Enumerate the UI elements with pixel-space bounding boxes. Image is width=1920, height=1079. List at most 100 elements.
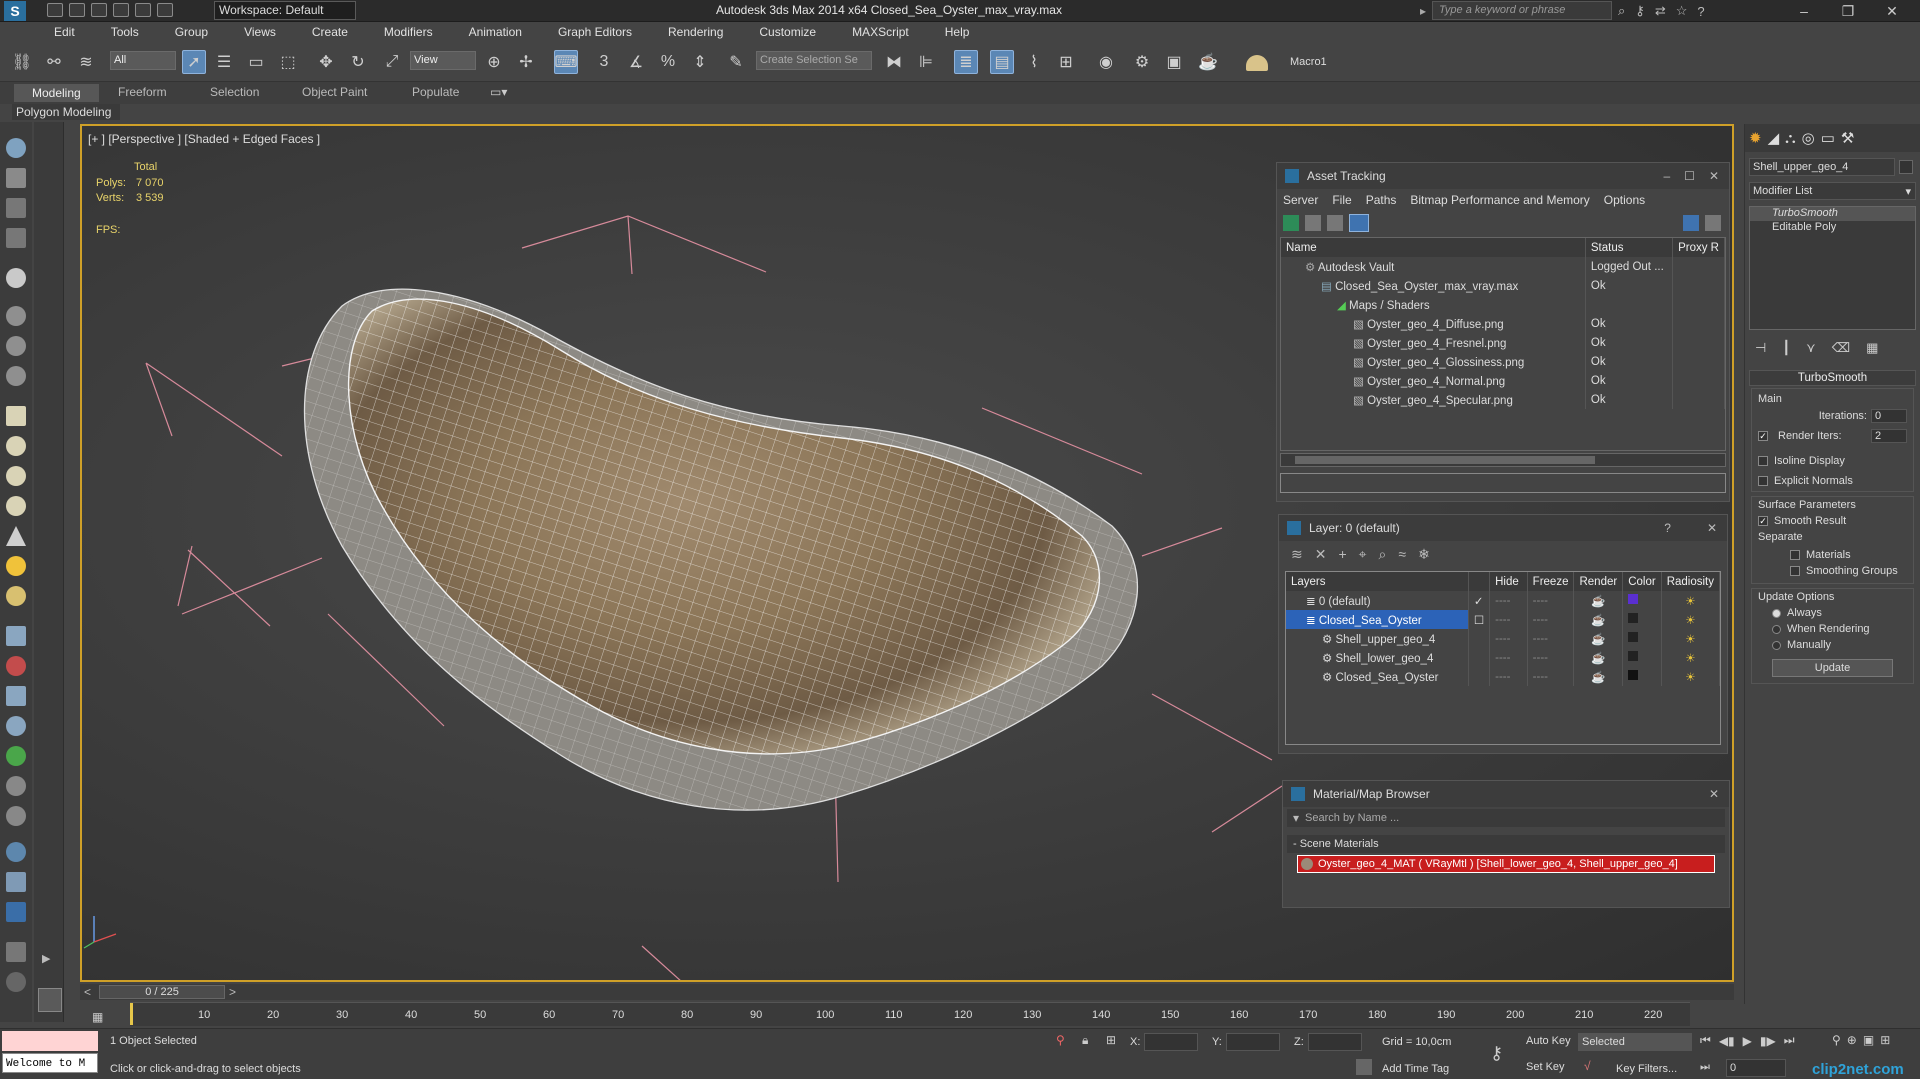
hide-toggle[interactable]: ---- — [1489, 648, 1528, 667]
menu-help[interactable]: Help — [945, 22, 970, 42]
particles-icon[interactable] — [6, 656, 26, 676]
freeze-toggle[interactable]: ---- — [1527, 648, 1575, 667]
scene-materials-group[interactable]: - Scene Materials — [1287, 835, 1725, 853]
macro-button[interactable]: Macro1 — [1290, 56, 1327, 68]
menu-customize[interactable]: Customize — [759, 22, 816, 42]
key-icon[interactable]: ⚷ — [1635, 3, 1645, 19]
helper-icon[interactable] — [6, 366, 26, 386]
viewport-layout-button[interactable] — [38, 988, 62, 1012]
column-render[interactable]: Render — [1573, 572, 1624, 591]
asset-row[interactable]: ▤ Closed_Sea_Oyster_max_vray.max Ok — [1281, 276, 1725, 295]
menu-server[interactable]: Server — [1283, 193, 1318, 207]
exchange-icon[interactable]: ⇄ — [1655, 3, 1666, 19]
key-mode-dropdown[interactable]: Selected — [1578, 1033, 1692, 1051]
hide-toggle[interactable]: ---- — [1489, 667, 1528, 686]
when-rendering-radio[interactable] — [1772, 624, 1781, 634]
light-icon[interactable] — [6, 336, 26, 356]
menu-file[interactable]: File — [1332, 193, 1351, 207]
isolate-pin-icon[interactable]: ⚲ — [1056, 1033, 1065, 1047]
layer-help-button[interactable]: ? — [1664, 521, 1671, 535]
always-radio[interactable] — [1772, 608, 1781, 618]
menu-graph-editors[interactable]: Graph Editors — [558, 22, 632, 42]
render-teapot-icon[interactable]: ☕ — [1573, 610, 1624, 629]
hide-toggle[interactable]: ---- — [1489, 591, 1528, 610]
window-crossing-icon[interactable]: ⬚ — [276, 50, 300, 74]
set-key-icon[interactable]: ⚷ — [1490, 1043, 1503, 1064]
scale-icon[interactable]: ⤢ — [380, 50, 404, 74]
display-icon[interactable] — [6, 872, 26, 892]
tab-object-paint[interactable]: Object Paint — [302, 85, 367, 99]
zoom-extents-icon[interactable]: ▣ — [1863, 1033, 1874, 1047]
expand-arrow-icon[interactable]: ▶ — [42, 952, 50, 965]
globe-icon[interactable] — [6, 842, 26, 862]
prev-frame-icon[interactable]: < — [84, 985, 91, 999]
camera-icon[interactable] — [6, 306, 26, 326]
layer-row[interactable]: ≣ Closed_Sea_Oyster ☐ ---- ---- ☕ ☀ — [1286, 610, 1720, 629]
link-icon[interactable]: ⛓ — [10, 50, 34, 74]
teapot-icon[interactable] — [6, 268, 26, 288]
menu-group[interactable]: Group — [175, 22, 208, 42]
tab-populate[interactable]: Populate — [412, 85, 459, 99]
display-tab-icon[interactable]: ▭ — [1821, 129, 1835, 147]
explicit-normals-checkbox[interactable] — [1758, 476, 1768, 487]
column-radiosity[interactable]: Radiosity — [1661, 572, 1720, 591]
radiosity-icon[interactable]: ☀ — [1661, 629, 1720, 648]
align-icon[interactable]: ⊫ — [914, 50, 938, 74]
asset-row[interactable]: ▧ Oyster_geo_4_Specular.png Ok — [1281, 390, 1725, 409]
layer-row[interactable]: ≣ 0 (default) ✓ ---- ---- ☕ ☀ — [1286, 591, 1720, 610]
column-status[interactable]: Status — [1585, 238, 1674, 257]
modify-tab-icon[interactable]: ◢ — [1768, 129, 1780, 147]
asset-path-field[interactable] — [1280, 473, 1726, 493]
z-coord-field[interactable] — [1308, 1033, 1362, 1051]
create-tab-icon[interactable]: ✹ — [1749, 129, 1762, 147]
hide-toggle[interactable]: ---- — [1489, 629, 1528, 648]
menu-views[interactable]: Views — [244, 22, 276, 42]
turbosmooth-rollout[interactable]: TurboSmooth — [1749, 370, 1916, 386]
render-setup-icon[interactable]: ⚙ — [1130, 50, 1154, 74]
maximize-viewport-icon[interactable]: ⊞ — [1880, 1033, 1890, 1047]
close-icon[interactable]: ✕ — [1709, 787, 1719, 801]
angle-snap-icon[interactable]: ∡ — [624, 50, 648, 74]
close-window-button[interactable]: ✕ — [1870, 0, 1914, 22]
schematic-view-icon[interactable]: ⊞ — [1054, 50, 1078, 74]
menu-maxscript[interactable]: MAXScript — [852, 22, 909, 42]
hide-toggle[interactable]: ---- — [1489, 610, 1528, 629]
active-box-icon[interactable]: ☐ — [1468, 610, 1491, 629]
key-filters-button[interactable]: Key Filters... — [1616, 1063, 1677, 1075]
hide-all-layers-icon[interactable]: ≈ — [1398, 546, 1406, 562]
add-time-tag[interactable]: Add Time Tag — [1382, 1063, 1449, 1075]
reference-coord-dropdown[interactable]: View — [410, 51, 476, 70]
grid-view-icon[interactable] — [1349, 214, 1369, 232]
key-mode-toggle-icon[interactable]: ⏭ — [1700, 1061, 1710, 1074]
set-key-button[interactable]: Set Key — [1526, 1061, 1565, 1073]
layer-row[interactable]: ⚙ Shell_upper_geo_4 ---- ---- ☕ ☀ — [1286, 629, 1720, 648]
layer-row[interactable]: ⚙ Closed_Sea_Oyster ---- ---- ☕ ☀ — [1286, 667, 1720, 686]
asset-row[interactable]: ⚙ Autodesk Vault Logged Out ... — [1281, 257, 1725, 276]
menu-options[interactable]: Options — [1604, 193, 1645, 207]
menu-bitmap-performance[interactable]: Bitmap Performance and Memory — [1410, 193, 1589, 207]
minimize-button[interactable]: – — [1782, 0, 1826, 22]
layer-color-swatch[interactable] — [1628, 613, 1639, 623]
menu-paths[interactable]: Paths — [1366, 193, 1397, 207]
column-hide[interactable]: Hide — [1489, 572, 1528, 591]
radiosity-icon[interactable]: ☀ — [1661, 667, 1720, 686]
smooth-result-checkbox[interactable]: ✓ — [1758, 516, 1768, 527]
maxscript-listener-white[interactable]: Welcome to M — [2, 1053, 98, 1073]
column-color[interactable]: Color — [1622, 572, 1662, 591]
isoline-checkbox[interactable] — [1758, 456, 1768, 467]
layer-manager-icon[interactable]: ≣ — [954, 50, 978, 74]
iterations-spinner[interactable]: 0 — [1871, 409, 1907, 423]
new-layer-icon[interactable]: ≋ — [1291, 546, 1303, 563]
close-icon[interactable]: ✕ — [1709, 169, 1719, 183]
utilities-icon[interactable] — [6, 942, 26, 962]
time-slider[interactable]: < 0 / 225 > — [80, 984, 1734, 1000]
smoothing-groups-checkbox[interactable] — [1790, 566, 1800, 577]
shapes-icon[interactable] — [6, 686, 26, 706]
binoculars-icon[interactable]: ⌕ — [1618, 3, 1625, 19]
layer-list-icon[interactable] — [6, 228, 26, 248]
rendered-frame-window-icon[interactable]: ▣ — [1162, 50, 1186, 74]
hierarchy-tab-icon[interactable]: ⛬ — [1785, 130, 1796, 147]
active-check-icon[interactable]: ✓ — [1468, 591, 1491, 610]
show-end-result-icon[interactable]: ┃ — [1782, 340, 1790, 356]
help-circle-icon[interactable] — [6, 972, 26, 992]
